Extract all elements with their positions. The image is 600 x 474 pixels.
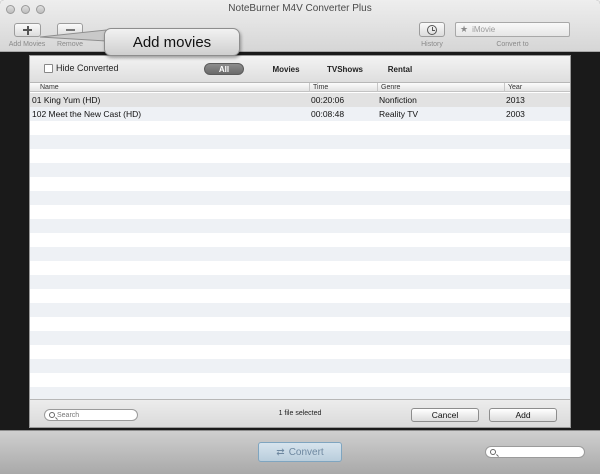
empty-row [30, 345, 570, 359]
hide-converted-checkbox[interactable] [44, 64, 53, 73]
empty-row [30, 387, 570, 399]
cell-year: 2003 [506, 109, 525, 119]
empty-row [30, 177, 570, 191]
star-icon: ★ [460, 24, 469, 34]
empty-row [30, 205, 570, 219]
table-row[interactable]: 01 King Yum (HD) 00:20:06 Nonfiction 201… [30, 93, 570, 107]
cell-time: 00:20:06 [311, 95, 345, 105]
empty-row [30, 261, 570, 275]
empty-row [30, 373, 570, 387]
tab-movies[interactable]: Movies [266, 63, 306, 75]
empty-row [30, 359, 570, 373]
app-window: NoteBurner M4V Converter Plus Add Movies… [0, 0, 600, 474]
empty-row [30, 135, 570, 149]
convert-arrows-icon: ⇄ [276, 446, 285, 458]
history-label: History [421, 41, 443, 48]
empty-row [30, 149, 570, 163]
cell-name: 102 Meet the New Cast (HD) [32, 109, 142, 119]
empty-row [30, 289, 570, 303]
cell-year: 2013 [506, 95, 525, 105]
tab-rental[interactable]: Rental [382, 63, 418, 75]
empty-row [30, 191, 570, 205]
movie-table: Name Time Genre Year 01 King Yum (HD) 00… [30, 83, 570, 399]
tab-all[interactable]: All [204, 63, 244, 75]
dialog-footer: Search 1 file selected Cancel Add [30, 399, 570, 427]
add-movies-tooltip: Add movies [104, 28, 240, 56]
cell-genre: Reality TV [379, 109, 419, 119]
column-header-genre[interactable]: Genre [377, 83, 504, 92]
add-movies-button[interactable] [14, 23, 41, 37]
tab-tvshows[interactable]: TVShows [320, 63, 370, 75]
table-row[interactable]: 102 Meet the New Cast (HD) 00:08:48 Real… [30, 107, 570, 121]
cell-genre: Nonfiction [379, 95, 417, 105]
add-movies-label: Add Movies [8, 41, 46, 48]
empty-row [30, 219, 570, 233]
empty-row [30, 331, 570, 345]
plus-icon [23, 25, 32, 35]
window-title: NoteBurner M4V Converter Plus [228, 3, 372, 14]
convert-to-value: iMovie [472, 25, 496, 34]
bottom-search-input[interactable] [485, 446, 585, 458]
table-header: Name Time Genre Year [30, 83, 570, 92]
empty-row [30, 317, 570, 331]
column-header-name[interactable]: Name [30, 83, 309, 92]
column-header-year[interactable]: Year [504, 83, 570, 92]
convert-to-label: Convert to [496, 41, 529, 48]
empty-row [30, 303, 570, 317]
hide-converted-label: Hide Converted [56, 63, 119, 73]
callout-pointer [40, 29, 107, 42]
cell-name: 01 King Yum (HD) [32, 95, 101, 105]
bottom-bar: ⇄ Convert [0, 430, 600, 474]
history-button[interactable] [419, 22, 445, 37]
add-button[interactable]: Add [489, 408, 557, 422]
empty-row [30, 275, 570, 289]
clock-icon [427, 24, 437, 35]
convert-button[interactable]: ⇄ Convert [258, 442, 342, 462]
empty-row [30, 121, 570, 135]
filter-bar: Hide Converted All Movies TVShows Rental [30, 56, 570, 83]
cancel-button[interactable]: Cancel [411, 408, 479, 422]
cell-time: 00:08:48 [311, 109, 345, 119]
column-header-time[interactable]: Time [309, 83, 377, 92]
title-bar: NoteBurner M4V Converter Plus Add Movies… [0, 0, 600, 52]
search-icon [490, 449, 496, 455]
empty-row [30, 247, 570, 261]
empty-row [30, 163, 570, 177]
empty-row [30, 233, 570, 247]
convert-to-select[interactable]: ★ iMovie [455, 22, 570, 37]
convert-label: Convert [288, 446, 324, 458]
table-body: 01 King Yum (HD) 00:20:06 Nonfiction 201… [30, 93, 570, 399]
remove-label: Remove [56, 41, 84, 48]
add-movies-dialog: Hide Converted All Movies TVShows Rental… [29, 55, 571, 428]
